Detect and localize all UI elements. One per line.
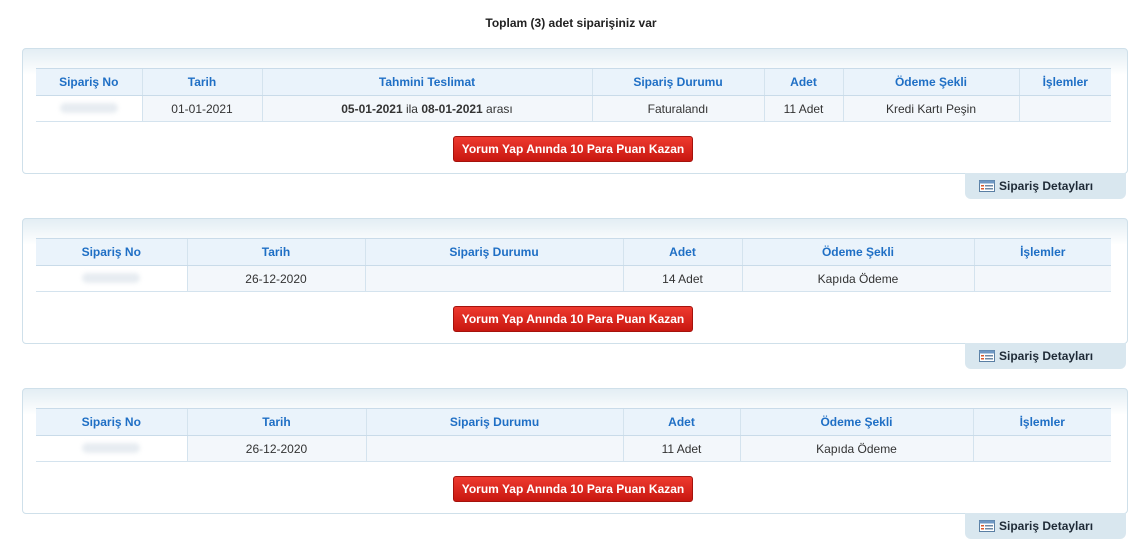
delivery-end-date: 08-01-2021 [421,101,483,116]
table-row: 01-01-2021 05-01-2021 ila 08-01-2021 ara… [36,95,1111,122]
table-header-row: Sipariş No Tarih Tahmini Teslimat Sipari… [36,68,1111,96]
column-header-quantity: Adet [622,238,742,266]
date-cell: 26-12-2020 [186,435,366,462]
redacted-order-number [82,442,141,453]
order-card-3: Sipariş No Tarih Sipariş Durumu Adet Öde… [22,388,1128,514]
order-table: Sipariş No Tarih Sipariş Durumu Adet Öde… [36,408,1111,462]
order-card-1: Sipariş No Tarih Tahmini Teslimat Sipari… [22,48,1128,174]
delivery-connector: ila [402,101,422,116]
column-header-payment: Ödeme Şekli [842,68,1019,96]
column-header-date: Tarih [186,408,366,436]
payment-cell: Kapıda Ödeme [741,265,974,292]
redacted-order-number [59,102,118,113]
order-details-tab[interactable]: Sipariş Detayları [965,513,1126,539]
column-header-actions: İşlemler [973,238,1111,266]
review-reward-button[interactable]: Yorum Yap Anında 10 Para Puan Kazan [453,476,693,502]
order-no-cell[interactable] [36,265,187,292]
order-status-cell [364,265,623,292]
column-header-order-status: Sipariş Durumu [591,68,764,96]
table-row: 26-12-2020 11 Adet Kapıda Ödeme [36,435,1111,462]
table-header-row: Sipariş No Tarih Sipariş Durumu Adet Öde… [36,408,1111,436]
order-details-label: Sipariş Detayları [999,179,1094,193]
date-cell: 01-01-2021 [141,95,262,122]
column-header-estimated-delivery: Tahmini Teslimat [261,68,592,96]
order-table: Sipariş No Tarih Sipariş Durumu Adet Öde… [36,238,1111,292]
redacted-order-number [82,272,141,283]
column-header-actions: İşlemler [1018,68,1111,96]
order-table: Sipariş No Tarih Tahmini Teslimat Sipari… [36,68,1111,122]
date-cell: 26-12-2020 [186,265,365,292]
order-details-label: Sipariş Detayları [999,519,1094,533]
table-header-row: Sipariş No Tarih Sipariş Durumu Adet Öde… [36,238,1111,266]
column-header-quantity: Adet [622,408,740,436]
delivery-suffix: arası [482,101,513,116]
column-header-date: Tarih [141,68,262,96]
list-window-icon [979,520,995,532]
order-details-tab[interactable]: Sipariş Detayları [965,173,1126,199]
column-header-actions: İşlemler [972,408,1111,436]
quantity-cell: 14 Adet [622,265,742,292]
column-header-order-status: Sipariş Durumu [365,408,623,436]
order-card-2: Sipariş No Tarih Sipariş Durumu Adet Öde… [22,218,1128,344]
estimated-delivery-cell: 05-01-2021 ila 08-01-2021 arası [261,95,592,122]
column-header-payment: Ödeme Şekli [739,408,973,436]
column-header-quantity: Adet [763,68,843,96]
review-reward-button[interactable]: Yorum Yap Anında 10 Para Puan Kazan [453,306,693,332]
order-details-label: Sipariş Detayları [999,349,1094,363]
order-details-tab[interactable]: Sipariş Detayları [965,343,1126,369]
delivery-start-date: 05-01-2021 [341,101,403,116]
column-header-date: Tarih [186,238,365,266]
actions-cell [973,265,1111,292]
column-header-order-no: Sipariş No [36,408,187,436]
review-reward-button[interactable]: Yorum Yap Anında 10 Para Puan Kazan [453,136,693,162]
orders-summary: Toplam (3) adet siparişiniz var [485,16,657,30]
payment-cell: Kapıda Ödeme [739,435,973,462]
payment-cell: Kredi Kartı Peşin [842,95,1019,122]
list-window-icon [979,350,995,362]
quantity-cell: 11 Adet [622,435,740,462]
column-header-order-no: Sipariş No [36,68,142,96]
order-status-cell: Faturalandı [591,95,764,122]
column-header-order-no: Sipariş No [36,238,187,266]
actions-cell [1018,95,1111,122]
quantity-cell: 11 Adet [763,95,843,122]
column-header-payment: Ödeme Şekli [741,238,974,266]
list-window-icon [979,180,995,192]
column-header-order-status: Sipariş Durumu [364,238,623,266]
table-row: 26-12-2020 14 Adet Kapıda Ödeme [36,265,1111,292]
order-status-cell [365,435,623,462]
order-no-cell[interactable] [36,435,187,462]
actions-cell [972,435,1111,462]
order-no-cell[interactable] [36,95,142,122]
